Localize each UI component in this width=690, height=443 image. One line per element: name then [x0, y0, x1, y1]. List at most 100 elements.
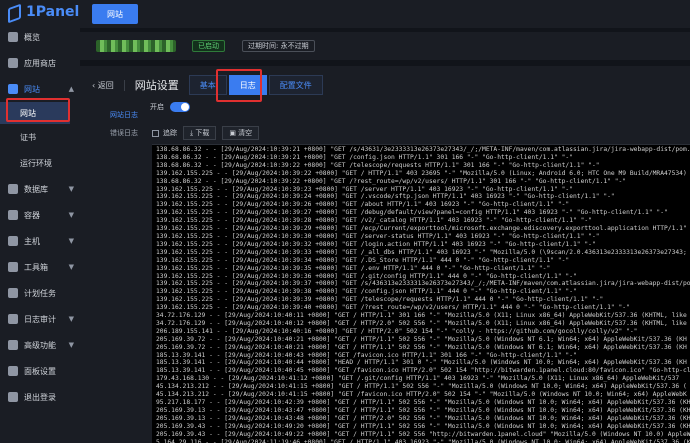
globe-icon — [8, 84, 18, 94]
log-line: 139.162.155.225 - - [29/Aug/2024:10:39:2… — [156, 193, 615, 201]
log-line: 179.43.168.130 - - [29/Aug/2024:10:41:12… — [156, 375, 680, 383]
log-line: 205.169.39.72 - - [29/Aug/2024:10:40:21 … — [156, 343, 687, 351]
highlight-box-log-tab — [216, 69, 262, 102]
clear-icon: ▣ — [229, 129, 239, 137]
sidebar-item-label: 主机 — [24, 236, 40, 246]
log-line: 185.13.39.141 - - [29/Aug/2024:10:40:44 … — [156, 359, 687, 367]
checkbox-icon — [152, 129, 159, 137]
download-button[interactable]: ⤓ 下载 — [183, 126, 217, 140]
logo-icon — [6, 5, 22, 19]
tab-error-log[interactable]: 错误日志 — [110, 124, 144, 142]
host-icon — [8, 236, 18, 246]
log-line: 139.162.155.225 - - [29/Aug/2024:10:39:3… — [156, 272, 577, 280]
log-line: 34.72.176.129 - - [29/Aug/2024:10:40:11 … — [156, 312, 687, 320]
log-line: 206.189.155.141 - - [29/Aug/2024:10:40:1… — [156, 327, 638, 335]
sidebar-item-label: 工具箱 — [24, 262, 48, 272]
sidebar-item-label: 容器 — [24, 210, 40, 220]
sidebar-item-database[interactable]: 数据库 ▼ — [0, 176, 80, 202]
log-line: 139.162.155.225 - - [29/Aug/2024:10:39:3… — [156, 264, 551, 272]
toolbox-icon — [8, 262, 18, 272]
star-icon — [8, 340, 18, 350]
sidebar-item-advanced[interactable]: 高级功能 ▼ — [0, 332, 80, 358]
top-bar: 网站 — [80, 0, 690, 28]
sidebar-item-appstore[interactable]: 应用商店 — [0, 50, 80, 76]
log-line: 139.162.155.225 - - [29/Aug/2024:10:39:2… — [156, 209, 668, 217]
sidebar-item-logs[interactable]: 日志审计 ▼ — [0, 306, 80, 332]
log-line: 205.169.39.43 - - [29/Aug/2024:10:49:20 … — [156, 422, 690, 430]
enable-row: 开启 — [150, 102, 190, 112]
sidebar-subitem-runtime[interactable]: 运行环境 — [0, 150, 80, 176]
log-viewer[interactable]: 138.68.86.32 - - [29/Aug/2024:10:39:21 +… — [152, 144, 690, 443]
clock-icon — [8, 288, 18, 298]
settings-panel: ‹ 返回 网站设置 基本 日志 配置文件 网站日志 错误日志 开启 追踪 ⤓ 下… — [80, 66, 690, 443]
log-line: 139.162.155.225 - - [29/Aug/2024:10:39:3… — [156, 240, 596, 248]
enable-label: 开启 — [150, 103, 164, 111]
log-line: 205.169.39.13 - - [29/Aug/2024:10:43:47 … — [156, 406, 690, 414]
back-button[interactable]: ‹ 返回 — [92, 79, 125, 91]
log-line: 139.162.155.225 - - [29/Aug/2024:10:39:3… — [156, 296, 604, 304]
page-title: 网站设置 — [134, 79, 179, 92]
log-line: 139.162.155.225 - - [29/Aug/2024:10:39:3… — [156, 248, 687, 256]
log-line: 139.162.155.225 - - [29/Aug/2024:10:39:3… — [156, 288, 577, 296]
tab-config[interactable]: 配置文件 — [268, 75, 323, 95]
log-line: 45.134.213.212 - - [29/Aug/2024:10:41:15… — [156, 391, 687, 399]
tail-label: 追踪 — [163, 129, 177, 137]
sidebar-item-logout[interactable]: 退出登录 — [0, 384, 80, 410]
panel-header: ‹ 返回 网站设置 基本 日志 配置文件 — [92, 74, 323, 96]
app-logo[interactable]: 1Panel — [0, 0, 80, 24]
sidebar-item-label: 退出登录 — [24, 392, 56, 402]
container-icon — [8, 210, 18, 220]
log-line: 34.72.176.129 - - [29/Aug/2024:10:40:12 … — [156, 319, 687, 327]
chevron-down-icon: ▼ — [68, 237, 74, 245]
sidebar-item-label: 证书 — [20, 132, 36, 142]
sidebar-item-label: 网站 — [24, 84, 40, 94]
log-type-tabs: 网站日志 错误日志 — [110, 106, 144, 142]
chevron-down-icon: ▼ — [68, 211, 74, 219]
clear-button[interactable]: ▣ 清空 — [222, 126, 260, 140]
highlight-box-sidebar — [6, 98, 70, 122]
log-line: 138.68.86.32 - - [29/Aug/2024:10:39:21 +… — [156, 146, 690, 153]
log-line: 139.162.155.225 - - [29/Aug/2024:10:39:2… — [156, 225, 687, 233]
status-badge: 已启动 — [192, 40, 225, 52]
log-line: 138.68.86.32 - - [29/Aug/2024:10:39:22 +… — [156, 161, 600, 169]
log-line: 138.68.86.32 - - [29/Aug/2024:10:39:21 +… — [156, 153, 574, 161]
sidebar-nav: 概览 应用商店 网站 ▲ 网站 证书 运行环境 数据库 ▼ 容器 ▼ 主机 ▼ 工具箱 ▼… — [0, 24, 80, 410]
enable-toggle[interactable] — [170, 102, 190, 112]
redacted-domain — [96, 40, 176, 52]
top-tab-website[interactable]: 网站 — [92, 4, 138, 24]
tail-checkbox[interactable]: 追踪 — [152, 126, 177, 140]
sidebar-item-label: 计划任务 — [24, 288, 56, 298]
back-label: 返回 — [97, 80, 114, 90]
site-info-bar: 已启动 过期时间: 永不过期 — [80, 32, 690, 60]
log-line: 139.162.155.225 - - [29/Aug/2024:10:39:3… — [156, 280, 690, 288]
log-line: 95.217.18.177 - - [29/Aug/2024:10:42:39 … — [156, 399, 690, 406]
chevron-down-icon: ▼ — [68, 315, 74, 323]
chevron-down-icon: ▼ — [68, 263, 74, 271]
clear-label: 清空 — [238, 129, 253, 137]
log-line: 139.162.155.225 - - [29/Aug/2024:10:39:2… — [156, 169, 687, 177]
download-label: 下载 — [195, 129, 210, 137]
tab-site-log[interactable]: 网站日志 — [110, 106, 144, 124]
chevron-down-icon: ▼ — [68, 341, 74, 349]
sidebar-item-settings[interactable]: 面板设置 — [0, 358, 80, 384]
sidebar-item-label: 日志审计 — [24, 314, 56, 324]
log-line: 45.134.213.212 - - [29/Aug/2024:10:41:15… — [156, 383, 687, 391]
sidebar-item-cron[interactable]: 计划任务 — [0, 280, 80, 306]
sidebar-item-label: 应用商店 — [24, 58, 56, 68]
sidebar-subitem-certificate[interactable]: 证书 — [0, 124, 80, 150]
sidebar-item-container[interactable]: 容器 ▼ — [0, 202, 80, 228]
sidebar-item-label: 高级功能 — [24, 340, 56, 350]
log-line: 139.162.155.225 - - [29/Aug/2024:10:39:4… — [156, 304, 630, 312]
expire-badge: 过期时间: 永不过期 — [242, 40, 315, 52]
log-line: 205.169.39.43 - - [29/Aug/2024:10:49:22 … — [156, 430, 690, 438]
sidebar-item-host[interactable]: 主机 ▼ — [0, 228, 80, 254]
sidebar-item-toolbox[interactable]: 工具箱 ▼ — [0, 254, 80, 280]
log-line: 185.13.39.141 - - [29/Aug/2024:10:40:43 … — [156, 351, 577, 359]
log-line: 205.169.39.72 - - [29/Aug/2024:10:40:21 … — [156, 335, 687, 343]
log-line: 139.162.155.225 - - [29/Aug/2024:10:39:3… — [156, 256, 570, 264]
log-line: 139.162.155.225 - - [29/Aug/2024:10:39:2… — [156, 217, 592, 225]
log-line: 138.68.86.32 - - [29/Aug/2024:10:39:22 +… — [156, 177, 627, 185]
sidebar-item-label: 运行环境 — [20, 158, 52, 168]
sidebar-item-overview[interactable]: 概览 — [0, 24, 80, 50]
sidebar: 1Panel 概览 应用商店 网站 ▲ 网站 证书 运行环境 数据库 ▼ 容器 ▼ 主… — [0, 0, 80, 443]
